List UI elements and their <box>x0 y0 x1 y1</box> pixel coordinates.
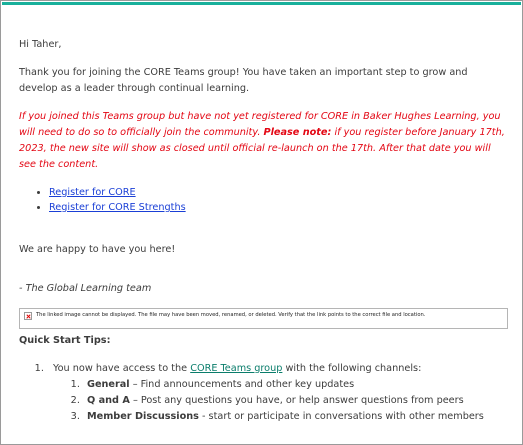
email-body: Hi Taher, Thank you for joining the CORE… <box>19 37 509 425</box>
register-core-link[interactable]: Register for CORE <box>49 187 136 198</box>
channel-name-general: General <box>87 379 130 390</box>
channel-desc: – Find announcements and other key updat… <box>129 379 355 390</box>
quick-start-title: Quick Start Tips: <box>19 335 111 346</box>
email-frame: Hi Taher, Thank you for joining the CORE… <box>0 0 523 445</box>
register-links-list: Register for CORE Register for CORE Stre… <box>19 185 509 215</box>
welcome-line: We are happy to have you here! <box>19 244 176 255</box>
greeting: Hi Taher, <box>19 39 62 50</box>
channel-name-member-discussions: Member Discussions <box>87 411 199 422</box>
broken-image-icon <box>24 312 32 320</box>
list-item: Member Discussions - start or participat… <box>83 409 509 425</box>
accent-bar <box>2 2 521 5</box>
signature: - The Global Learning team <box>19 283 152 294</box>
broken-image-placeholder: The linked image cannot be displayed. Th… <box>19 308 508 329</box>
please-note-label: Please note: <box>263 127 332 138</box>
intro-paragraph: Thank you for joining the CORE Teams gro… <box>19 67 468 94</box>
list-item: You now have access to the CORE Teams gr… <box>47 361 509 425</box>
list-item: General – Find announcements and other k… <box>83 377 509 393</box>
channels-list: General – Find announcements and other k… <box>53 377 509 425</box>
tips-item-prefix: You now have access to the <box>53 363 191 374</box>
list-item: Register for CORE Strengths <box>49 200 509 215</box>
list-item: Q and A – Post any questions you have, o… <box>83 393 509 409</box>
broken-image-message: The linked image cannot be displayed. Th… <box>36 312 426 318</box>
list-item: Register for CORE <box>49 185 509 200</box>
core-teams-group-link[interactable]: CORE Teams group <box>190 363 282 374</box>
quick-start-list: You now have access to the CORE Teams gr… <box>19 361 509 425</box>
register-core-strengths-link[interactable]: Register for CORE Strengths <box>49 202 186 213</box>
channel-desc: - start or participate in conversations … <box>198 411 484 422</box>
tips-item-suffix: with the following channels: <box>282 363 422 374</box>
channel-desc: – Post any questions you have, or help a… <box>129 395 464 406</box>
registration-warning: If you joined this Teams group but have … <box>19 109 509 173</box>
channel-name-qa: Q and A <box>87 395 130 406</box>
